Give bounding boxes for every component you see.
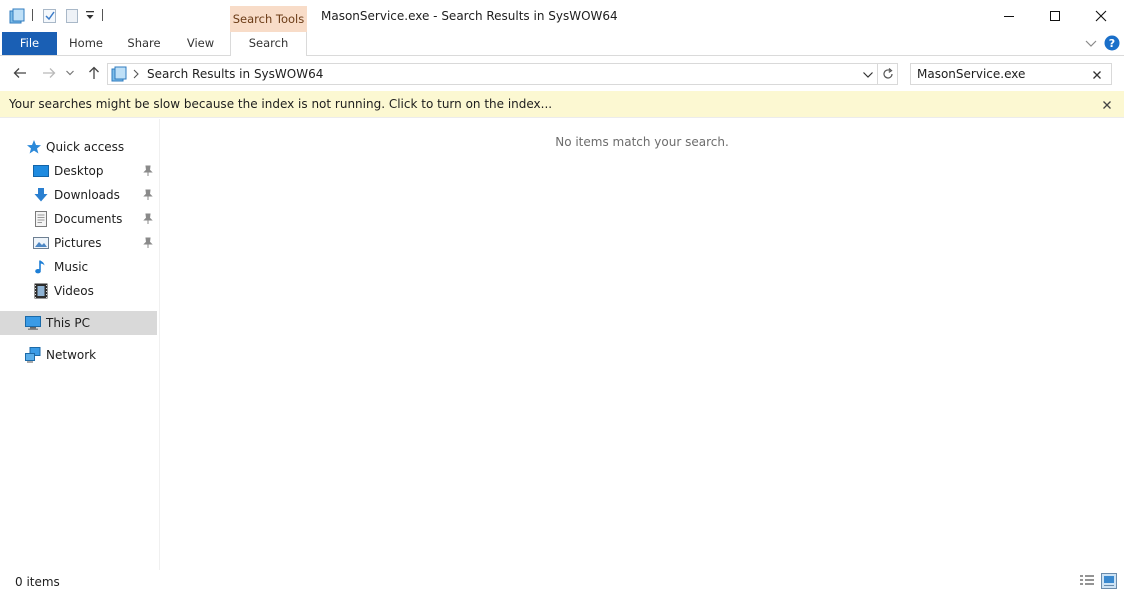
empty-results-message: No items match your search. — [555, 135, 729, 149]
nav-item-desktop[interactable]: Desktop — [0, 159, 157, 183]
tab-home[interactable]: Home — [62, 32, 110, 55]
music-icon — [33, 259, 49, 275]
index-warning-bar[interactable]: Your searches might be slow because the … — [0, 91, 1124, 118]
window-title: MasonService.exe - Search Results in Sys… — [321, 9, 618, 23]
file-list-area[interactable] — [160, 119, 1124, 570]
svg-text:?: ? — [1109, 37, 1115, 50]
forward-button[interactable] — [39, 63, 59, 83]
nav-label: Videos — [54, 284, 94, 298]
address-toolbar: Search Results in SysWOW64 MasonService.… — [0, 57, 1124, 90]
nav-label: Network — [46, 348, 97, 362]
tab-file[interactable]: File — [2, 32, 57, 55]
desktop-icon — [33, 163, 49, 179]
properties-icon[interactable] — [42, 8, 58, 24]
address-history-dropdown[interactable] — [862, 69, 874, 79]
pin-icon[interactable] — [143, 237, 153, 249]
back-button[interactable] — [10, 63, 30, 83]
search-results-icon — [111, 66, 127, 82]
nav-item-pictures[interactable]: Pictures — [0, 231, 157, 255]
close-icon — [1093, 71, 1101, 79]
title-bar: Search Tools MasonService.exe - Search R… — [0, 0, 1124, 32]
minimize-button[interactable] — [986, 0, 1032, 32]
nav-network[interactable]: Network — [0, 343, 157, 367]
tab-search[interactable]: Search — [231, 32, 306, 55]
index-warning-message[interactable]: Your searches might be slow because the … — [9, 97, 552, 111]
search-query-text: MasonService.exe — [917, 67, 1026, 81]
refresh-icon — [882, 68, 893, 79]
network-icon — [25, 347, 41, 363]
dismiss-infobar-button[interactable] — [1102, 99, 1112, 109]
maximize-icon — [1050, 11, 1060, 21]
details-view-icon — [1080, 575, 1094, 585]
new-folder-icon[interactable] — [64, 8, 80, 24]
videos-icon — [33, 283, 49, 299]
help-icon: ? — [1104, 35, 1120, 51]
nav-item-downloads[interactable]: Downloads — [0, 183, 157, 207]
status-bar: 0 items — [0, 570, 1124, 594]
tab-share[interactable]: Share — [120, 32, 168, 55]
documents-icon — [33, 211, 49, 227]
nav-label: Quick access — [46, 140, 125, 154]
pin-icon[interactable] — [143, 189, 153, 201]
breadcrumb-location[interactable]: Search Results in SysWOW64 — [147, 67, 323, 81]
toolbar-separator — [102, 9, 103, 21]
pin-icon[interactable] — [143, 165, 153, 177]
large-icons-view-icon — [1101, 573, 1117, 589]
pictures-icon — [33, 235, 49, 251]
tab-view[interactable]: View — [178, 32, 223, 55]
refresh-button[interactable] — [877, 63, 898, 85]
help-button[interactable]: ? — [1104, 35, 1120, 51]
close-icon — [1103, 101, 1111, 109]
maximize-button[interactable] — [1032, 0, 1078, 32]
nav-item-videos[interactable]: Videos — [0, 279, 157, 303]
downloads-icon — [33, 187, 49, 203]
recent-locations-dropdown[interactable] — [63, 63, 77, 83]
pin-icon[interactable] — [143, 213, 153, 225]
star-icon — [26, 139, 42, 155]
explorer-app-icon[interactable] — [9, 8, 25, 24]
nav-quick-access[interactable]: Quick access — [0, 135, 157, 159]
nav-this-pc[interactable]: This PC — [0, 311, 157, 335]
clear-search-button[interactable] — [1092, 69, 1102, 79]
breadcrumb-chevron-icon[interactable] — [132, 68, 140, 80]
customize-toolbar-dropdown[interactable] — [85, 9, 95, 21]
computer-icon — [25, 315, 41, 331]
close-icon — [1095, 10, 1107, 22]
details-view-button[interactable] — [1079, 574, 1095, 588]
toolbar-separator — [32, 9, 33, 21]
nav-item-documents[interactable]: Documents — [0, 207, 157, 231]
large-icons-view-button[interactable] — [1101, 573, 1117, 589]
ribbon-tab-bar — [0, 32, 1124, 56]
chevron-down-icon — [1085, 40, 1097, 47]
nav-label: Documents — [54, 212, 123, 226]
up-button[interactable] — [84, 63, 104, 83]
search-tools-contextual-label: Search Tools — [230, 6, 307, 32]
item-count: 0 items — [15, 575, 60, 589]
nav-label: Downloads — [54, 188, 120, 202]
close-button[interactable] — [1078, 0, 1124, 32]
chevron-down-icon — [863, 72, 873, 78]
expand-ribbon-button[interactable] — [1085, 37, 1097, 49]
arrow-left-icon — [13, 68, 26, 78]
nav-label: This PC — [46, 316, 90, 330]
nav-label: Desktop — [54, 164, 104, 178]
minimize-icon — [1004, 16, 1014, 17]
nav-item-music[interactable]: Music — [0, 255, 157, 279]
arrow-right-icon — [43, 68, 56, 78]
chevron-down-icon — [66, 70, 74, 76]
nav-label: Pictures — [54, 236, 102, 250]
address-bar[interactable]: Search Results in SysWOW64 — [107, 63, 878, 85]
search-input[interactable]: MasonService.exe — [910, 63, 1112, 85]
arrow-up-icon — [89, 66, 99, 79]
nav-label: Music — [54, 260, 89, 274]
navigation-pane: Quick access Desktop Downloads Documents… — [0, 119, 160, 570]
